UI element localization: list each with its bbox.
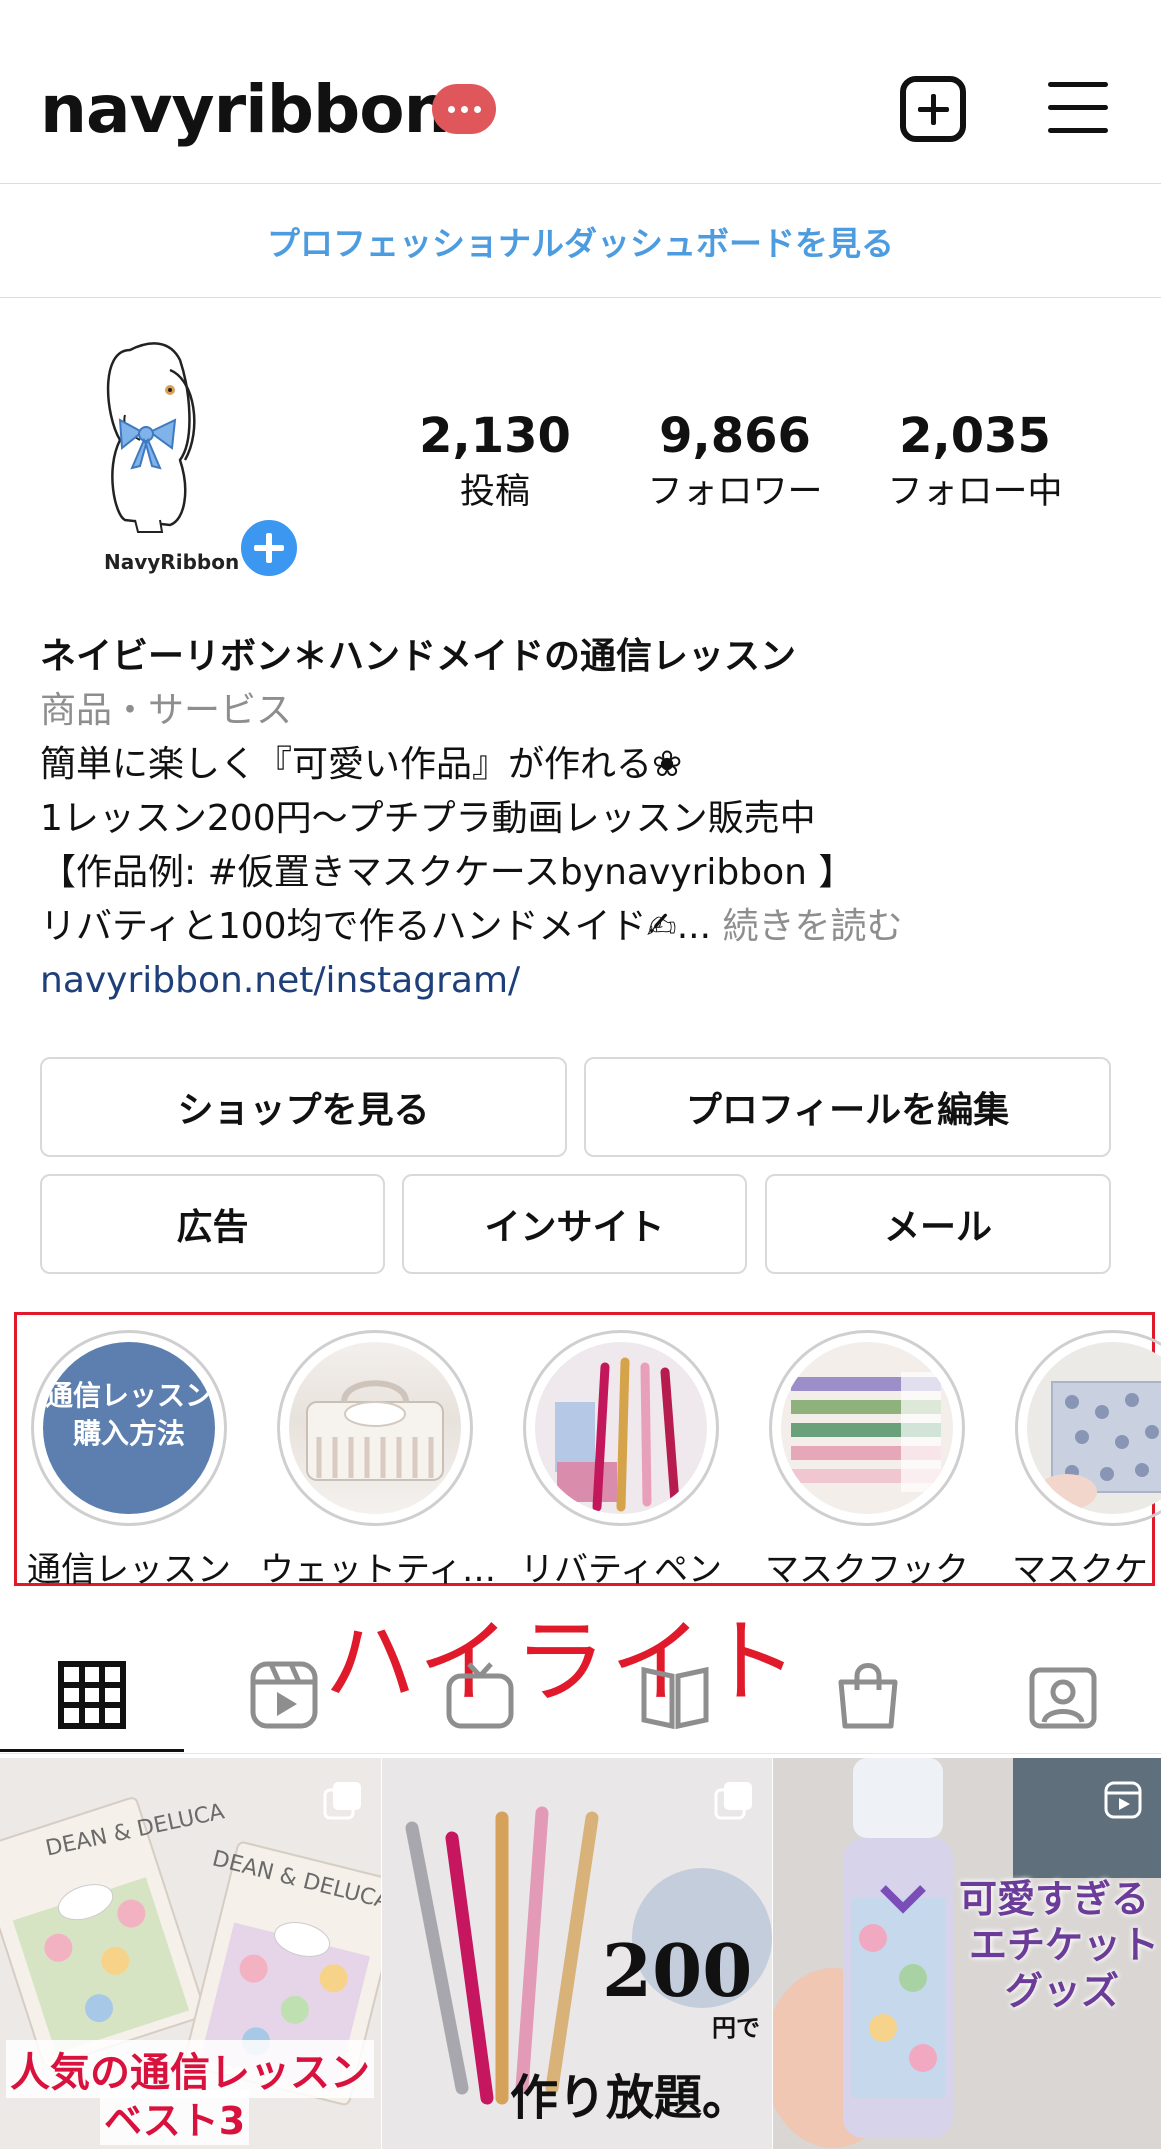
- mask-case-image: [1037, 1381, 1161, 1510]
- stat-value: 2,130: [419, 408, 571, 464]
- bio-line: 簡単に楽しく『可愛い作品』が作れる❀: [40, 744, 683, 785]
- ads-button[interactable]: 広告: [40, 1174, 385, 1274]
- professional-dashboard-link[interactable]: プロフェッショナルダッシュボードを見る: [267, 217, 894, 265]
- highlight-cover: [535, 1342, 707, 1514]
- igtv-icon[interactable]: [445, 1660, 515, 1730]
- stat-posts[interactable]: 2,130 投稿: [385, 405, 605, 517]
- profile-tabs: [0, 1610, 1161, 1754]
- highlight-ring: [769, 1330, 965, 1526]
- tagged-icon[interactable]: [1028, 1660, 1098, 1730]
- post-caption-text: グッズ: [1005, 1969, 1120, 2013]
- reels-icon: [1104, 1781, 1142, 1819]
- bio-line: リバティと100均で作るハンドメイド✍...: [40, 906, 712, 947]
- profile-username[interactable]: navyribbon: [40, 70, 451, 150]
- stat-label: 投稿: [459, 472, 530, 512]
- bio-website-link[interactable]: navyribbon.net/instagram/: [40, 954, 1120, 1008]
- email-button[interactable]: メール: [765, 1174, 1111, 1274]
- wet-tissue-case-image: [306, 1380, 444, 1481]
- post-caption-text: ベスト3: [100, 2090, 250, 2145]
- reels-icon[interactable]: [249, 1660, 319, 1730]
- grid-icon[interactable]: [57, 1660, 127, 1730]
- highlight-label: マスクフック: [765, 1550, 969, 1590]
- highlight-cover: [1027, 1342, 1161, 1514]
- notification-dot: [473, 105, 481, 113]
- highlight-cover: [289, 1342, 461, 1514]
- read-more-link[interactable]: 続きを読む: [711, 906, 903, 947]
- highlight-ring: [277, 1330, 473, 1526]
- stat-following[interactable]: 2,035 フォロー中: [865, 405, 1085, 517]
- liberty-pen-image: [555, 1357, 680, 1512]
- multiple-posts-icon: [714, 1782, 752, 1820]
- plus-square-icon[interactable]: [900, 76, 966, 142]
- post-caption-text: 円で: [712, 2014, 760, 2042]
- highlight-label: リバティペン: [520, 1550, 722, 1590]
- stat-value: 9,866: [659, 408, 811, 464]
- highlight-cover: 通信レッスン 購入方法: [43, 1342, 215, 1514]
- hamburger-menu-icon[interactable]: [1048, 82, 1108, 134]
- post-caption-text: 作り放題。: [510, 2070, 751, 2126]
- stat-label: フォロー中: [887, 472, 1063, 512]
- post-tile[interactable]: 可愛すぎる エチケット グッズ: [773, 1758, 1161, 2149]
- insights-button[interactable]: インサイト: [402, 1174, 747, 1274]
- shopping-bag-icon[interactable]: [833, 1660, 903, 1730]
- avatar-logo-text: NavyRibbon: [104, 550, 240, 574]
- notification-dot: [447, 105, 455, 113]
- guides-icon[interactable]: [640, 1660, 710, 1730]
- stat-label: フォロワー: [647, 472, 823, 512]
- highlight-label: ウェットティ…: [260, 1550, 496, 1590]
- profile-bio: ネイビーリボン＊ハンドメイドの通信レッスン 商品・サービス 簡単に楽しく『可愛い…: [40, 630, 1120, 1008]
- bio-line: 1レッスン200円〜プチプラ動画レッスン販売中: [40, 798, 816, 839]
- highlight-cover-line: 購入方法: [72, 1417, 185, 1450]
- notification-badge[interactable]: [432, 84, 496, 134]
- add-story-icon[interactable]: [236, 515, 302, 581]
- highlight-ring: [523, 1330, 719, 1526]
- post-tile[interactable]: DEAN & DELUCA DEAN & DELUCA 人気の通信レッスン ベス…: [0, 1758, 381, 2149]
- post-caption-text: 200: [602, 1928, 753, 2013]
- multiple-posts-icon: [323, 1782, 361, 1820]
- bio-line: 【作品例: #仮置きマスクケースbynavyribbon 】: [40, 852, 855, 893]
- bio-line-with-more: リバティと100均で作るハンドメイド✍... 続きを読む: [40, 900, 1120, 954]
- professional-dashboard-bar: プロフェッショナルダッシュボードを見る: [0, 184, 1161, 298]
- highlight-cover-text: 通信レッスン 購入方法: [43, 1377, 215, 1453]
- top-bar: navyribbon: [0, 0, 1161, 184]
- notification-dot: [460, 105, 468, 113]
- post-tile[interactable]: 200 円で 作り放題。: [382, 1758, 772, 2149]
- stat-value: 2,035: [899, 408, 1051, 464]
- active-tab-indicator: [0, 1749, 184, 1752]
- stat-followers[interactable]: 9,866 フォロワー: [625, 405, 845, 517]
- highlight-cover: [781, 1342, 953, 1514]
- highlight-label: マスクケ: [1012, 1550, 1148, 1590]
- mask-hook-image: [791, 1372, 941, 1492]
- highlight-ring: 通信レッスン 購入方法: [31, 1330, 227, 1526]
- highlight-cover-line: 通信レッスン: [44, 1379, 213, 1412]
- edit-profile-button[interactable]: プロフィールを編集: [584, 1057, 1111, 1157]
- tabs-divider: [0, 1753, 1161, 1754]
- highlight-label: 通信レッスン: [27, 1550, 231, 1590]
- profile-display-name: ネイビーリボン＊ハンドメイドの通信レッスン: [40, 636, 797, 677]
- profile-category: 商品・サービス: [40, 690, 293, 731]
- view-shop-button[interactable]: ショップを見る: [40, 1057, 567, 1157]
